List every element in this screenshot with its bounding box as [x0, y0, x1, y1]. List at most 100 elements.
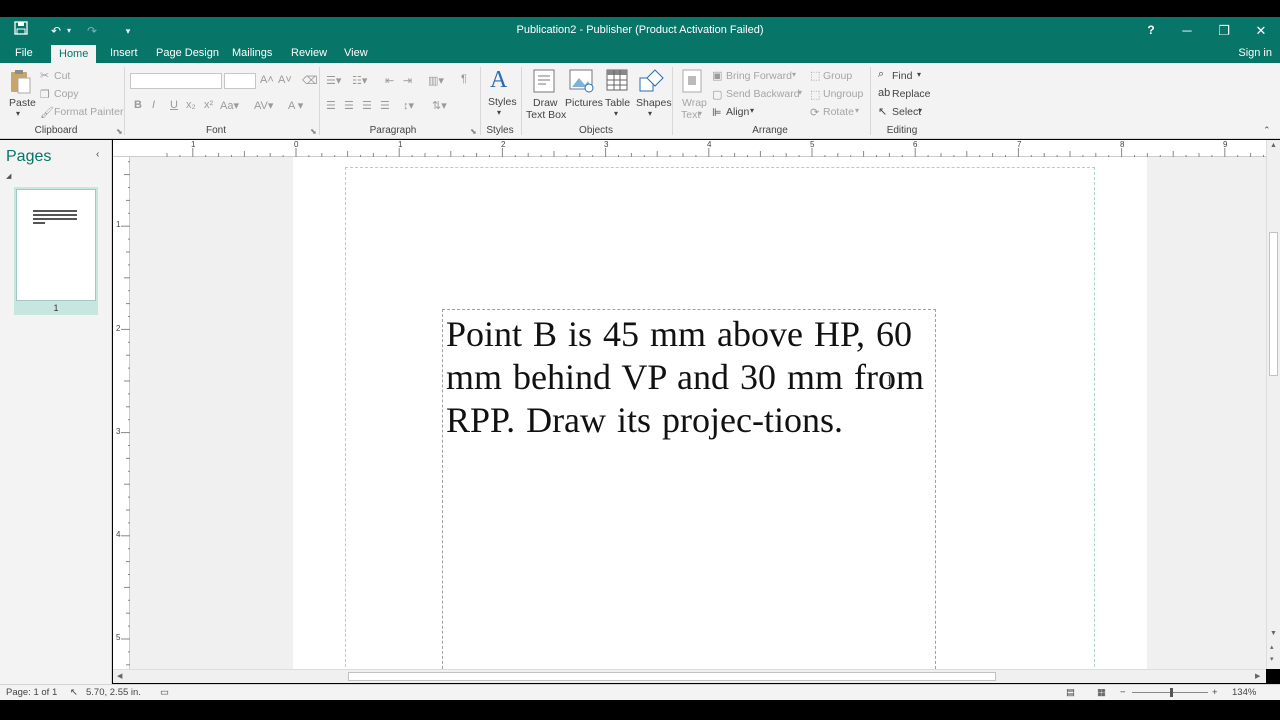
bring-forward-dropdown-icon[interactable]: ▾ — [792, 70, 796, 79]
select-button[interactable]: Select — [892, 106, 921, 118]
table-dropdown-icon[interactable]: ▾ — [614, 109, 618, 118]
restore-button[interactable]: ❐ — [1205, 17, 1243, 44]
zoom-out-button[interactable]: − — [1120, 687, 1126, 698]
page-thumbnail[interactable]: 1 — [14, 187, 98, 315]
tab-mailings[interactable]: Mailings — [224, 44, 280, 63]
font-name-combobox[interactable] — [130, 73, 222, 89]
scroll-right-icon[interactable]: ▶ — [1255, 672, 1260, 680]
minimize-button[interactable]: ─ — [1168, 17, 1206, 44]
styles-dropdown-icon[interactable]: ▾ — [497, 108, 501, 117]
bring-forward-button[interactable]: Bring Forward — [726, 70, 792, 82]
columns-icon[interactable]: ▥▾ — [428, 74, 444, 87]
zoom-slider-handle[interactable] — [1170, 688, 1173, 697]
collapse-pane-icon[interactable]: ‹ — [96, 149, 99, 160]
underline-icon[interactable]: U — [170, 99, 178, 111]
tab-view[interactable]: View — [336, 44, 376, 63]
justify-icon[interactable]: ☰ — [380, 99, 390, 112]
shrink-font-icon[interactable]: A˅ — [278, 74, 292, 86]
wrap-text-label-line1[interactable]: Wrap — [682, 97, 707, 109]
sign-in-link[interactable]: Sign in — [1238, 44, 1272, 62]
rotate-button[interactable]: Rotate — [823, 106, 854, 118]
tab-insert[interactable]: Insert — [102, 44, 146, 63]
macro-recording-icon[interactable]: ▭ — [160, 687, 169, 698]
next-page-icon[interactable]: ▾ — [1270, 655, 1274, 663]
send-backward-dropdown-icon[interactable]: ▾ — [798, 88, 802, 97]
paragraph-launcher-icon[interactable]: ⬊ — [470, 127, 477, 136]
cut-icon[interactable]: ✂ — [40, 69, 49, 82]
close-button[interactable]: ✕ — [1242, 17, 1280, 44]
bold-icon[interactable]: B — [134, 99, 142, 111]
ungroup-icon[interactable]: ⬚ — [810, 88, 820, 101]
paste-dropdown-icon[interactable]: ▾ — [16, 109, 20, 118]
tab-home[interactable]: Home — [51, 45, 97, 63]
rotate-icon[interactable]: ⟳ — [810, 106, 819, 119]
clipboard-launcher-icon[interactable]: ⬊ — [116, 127, 123, 136]
align-left-icon[interactable]: ☰ — [326, 99, 336, 112]
scroll-left-icon[interactable]: ◀ — [117, 672, 122, 680]
italic-icon[interactable]: I — [152, 99, 155, 111]
scroll-down-icon[interactable]: ▼ — [1270, 630, 1277, 637]
ungroup-button[interactable]: Ungroup — [823, 88, 863, 100]
horizontal-scrollbar[interactable]: ◀ ▶ — [113, 669, 1266, 683]
align-center-icon[interactable]: ☰ — [344, 99, 354, 112]
find-icon[interactable]: ⌕ — [878, 68, 884, 81]
tab-review[interactable]: Review — [283, 44, 335, 63]
single-page-view-icon[interactable]: ▤ — [1066, 687, 1075, 698]
numbering-icon[interactable]: ☷▾ — [352, 74, 367, 87]
vertical-scroll-thumb[interactable] — [1269, 232, 1278, 376]
wrap-text-dropdown-icon[interactable]: ▾ — [698, 109, 702, 118]
find-button[interactable]: Find — [892, 70, 912, 82]
format-painter-button[interactable]: Format Painter — [54, 106, 123, 118]
document-workspace[interactable]: Point B is 45 mm above HP, 60 mm behind … — [130, 157, 1266, 669]
increase-indent-icon[interactable]: ⇥ — [403, 74, 412, 87]
text-box-content[interactable]: Point B is 45 mm above HP, 60 mm behind … — [446, 313, 934, 442]
align-button[interactable]: Align — [726, 106, 749, 118]
align-right-icon[interactable]: ☰ — [362, 99, 372, 112]
select-dropdown-icon[interactable]: ▾ — [918, 106, 922, 115]
align-icon[interactable]: ⊫ — [712, 106, 722, 119]
shapes-icon[interactable] — [638, 68, 664, 97]
expand-section-icon[interactable]: ◢ — [6, 172, 11, 180]
rotate-dropdown-icon[interactable]: ▾ — [855, 106, 859, 115]
draw-text-box-label-line1[interactable]: Draw — [533, 97, 558, 109]
decrease-indent-icon[interactable]: ⇤ — [385, 74, 394, 87]
change-case-icon[interactable]: Aa▾ — [220, 99, 239, 112]
zoom-in-button[interactable]: + — [1212, 687, 1218, 698]
styles-icon[interactable]: A — [490, 67, 507, 94]
align-dropdown-icon[interactable]: ▾ — [750, 106, 754, 115]
paste-label[interactable]: Paste — [9, 97, 36, 109]
table-icon[interactable] — [606, 69, 628, 94]
draw-text-box-icon[interactable] — [533, 69, 555, 96]
tab-page-design[interactable]: Page Design — [148, 44, 227, 63]
cut-button[interactable]: Cut — [54, 70, 70, 82]
grow-font-icon[interactable]: A˄ — [260, 74, 274, 86]
character-spacing-icon[interactable]: AV▾ — [254, 99, 273, 112]
text-box[interactable]: Point B is 45 mm above HP, 60 mm behind … — [442, 309, 936, 669]
shapes-dropdown-icon[interactable]: ▾ — [648, 109, 652, 118]
pictures-icon[interactable] — [569, 69, 595, 96]
styles-button[interactable]: Styles — [488, 96, 517, 108]
vertical-scrollbar[interactable]: ▲ ▼ ▴ ▾ — [1266, 140, 1280, 669]
clear-formatting-icon[interactable]: ⌫ — [302, 74, 318, 87]
show-formatting-marks-icon[interactable]: ¶ — [461, 73, 467, 85]
publication-page[interactable]: Point B is 45 mm above HP, 60 mm behind … — [293, 157, 1147, 669]
font-size-combobox[interactable] — [224, 73, 256, 89]
zoom-level[interactable]: 134% — [1232, 687, 1256, 698]
send-backward-icon[interactable]: ▢ — [712, 88, 722, 101]
superscript-icon[interactable]: x² — [204, 99, 213, 111]
paragraph-spacing-icon[interactable]: ⇅▾ — [432, 99, 447, 112]
wrap-text-icon[interactable] — [682, 69, 702, 96]
vertical-ruler[interactable]: 1 2 3 4 5 — [113, 157, 130, 669]
horizontal-scroll-thumb[interactable] — [348, 672, 996, 681]
find-dropdown-icon[interactable]: ▾ — [917, 70, 921, 79]
replace-icon[interactable]: ab — [878, 87, 890, 99]
scroll-up-icon[interactable]: ▲ — [1270, 142, 1277, 149]
send-backward-button[interactable]: Send Backward — [726, 88, 800, 100]
format-painter-icon[interactable]: 🖌 — [40, 106, 54, 119]
font-launcher-icon[interactable]: ⬊ — [310, 127, 317, 136]
copy-icon[interactable]: ❐ — [40, 88, 50, 101]
bring-forward-icon[interactable]: ▣ — [712, 69, 722, 82]
group-button[interactable]: Group — [823, 70, 852, 82]
line-spacing-icon[interactable]: ↕▾ — [403, 99, 414, 112]
help-button[interactable]: ? — [1132, 17, 1170, 44]
